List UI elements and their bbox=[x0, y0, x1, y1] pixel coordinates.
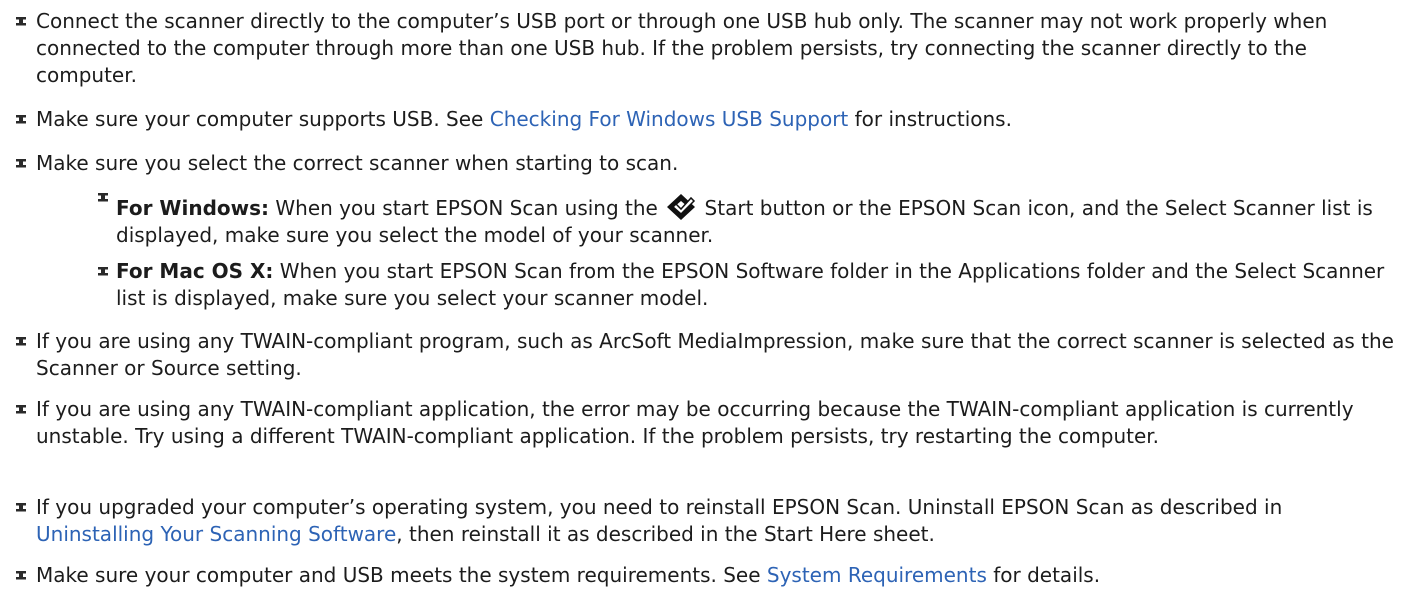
list-item: Make sure your computer supports USB. Se… bbox=[16, 106, 1396, 133]
pushpin-bullet-icon bbox=[16, 159, 26, 168]
list-item: Make sure your computer and USB meets th… bbox=[16, 562, 1396, 589]
pushpin-bullet-icon bbox=[98, 193, 108, 202]
link-system-requirements[interactable]: System Requirements bbox=[767, 563, 987, 587]
item-text: If you upgraded your computer’s operatin… bbox=[36, 495, 1283, 519]
link-uninstalling-scanning-software[interactable]: Uninstalling Your Scanning Software bbox=[36, 522, 396, 546]
item-text: Make sure you select the correct scanner… bbox=[36, 151, 679, 175]
item-text: , then reinstall it as described in the … bbox=[396, 522, 935, 546]
list-item: Make sure you select the correct scanner… bbox=[16, 150, 1396, 177]
item-text: When you start EPSON Scan using the bbox=[269, 196, 665, 220]
epson-start-button-icon bbox=[667, 194, 696, 220]
pushpin-bullet-icon bbox=[16, 571, 26, 580]
item-bold-label: For Windows: bbox=[116, 196, 270, 220]
sub-list-item: For Windows: When you start EPSON Scan u… bbox=[98, 192, 1386, 249]
pushpin-bullet-icon bbox=[98, 267, 108, 276]
item-text: Connect the scanner directly to the comp… bbox=[36, 9, 1328, 87]
pushpin-bullet-icon bbox=[16, 115, 26, 124]
list-item: Connect the scanner directly to the comp… bbox=[16, 8, 1396, 89]
pushpin-bullet-icon bbox=[16, 503, 26, 512]
item-text: If you are using any TWAIN-compliant app… bbox=[36, 397, 1354, 448]
item-text: for details. bbox=[986, 563, 1101, 587]
pushpin-bullet-icon bbox=[16, 17, 26, 26]
list-item: If you are using any TWAIN-compliant app… bbox=[16, 396, 1396, 450]
item-text: When you start EPSON Scan from the EPSON… bbox=[116, 259, 1385, 310]
sub-list-item: For Mac OS X: When you start EPSON Scan … bbox=[98, 258, 1386, 312]
link-checking-windows-usb-support[interactable]: Checking For Windows USB Support bbox=[490, 107, 849, 131]
list-item: If you are using any TWAIN-compliant pro… bbox=[16, 328, 1396, 382]
item-text: Make sure your computer supports USB. Se… bbox=[36, 107, 490, 131]
item-bold-label: For Mac OS X: bbox=[116, 259, 274, 283]
item-text: for instructions. bbox=[848, 107, 1012, 131]
pushpin-bullet-icon bbox=[16, 405, 26, 414]
item-text: Make sure your computer and USB meets th… bbox=[36, 563, 767, 587]
pushpin-bullet-icon bbox=[16, 337, 26, 346]
list-item: If you upgraded your computer’s operatin… bbox=[16, 494, 1396, 548]
troubleshooting-page: Connect the scanner directly to the comp… bbox=[0, 0, 1408, 616]
item-text: If you are using any TWAIN-compliant pro… bbox=[36, 329, 1394, 380]
